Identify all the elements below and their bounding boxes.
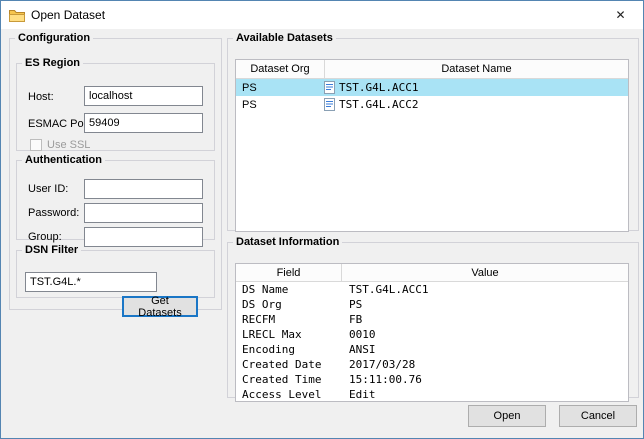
host-label: Host: xyxy=(28,91,54,103)
use-ssl-label: Use SSL xyxy=(47,139,90,151)
dataset-row[interactable]: PS TST.G4L.ACC2 xyxy=(236,96,628,113)
info-value: Edit xyxy=(341,388,628,401)
app-icon xyxy=(9,8,25,22)
info-row: Created Time 15:11:00.76 xyxy=(236,372,628,387)
info-row: Encoding ANSI xyxy=(236,342,628,357)
es-region-group-title: ES Region xyxy=(22,57,83,69)
dataset-information-group: Dataset Information Field Value DS Name … xyxy=(227,236,639,398)
authentication-group: Authentication User ID: Password: Group: xyxy=(16,154,215,240)
configuration-group-title: Configuration xyxy=(15,32,93,44)
info-field: RECFM xyxy=(236,313,341,326)
dsn-filter-group-title: DSN Filter xyxy=(22,244,81,256)
password-input[interactable] xyxy=(84,203,203,223)
esmac-port-input[interactable] xyxy=(84,113,203,133)
column-header-field: Field xyxy=(236,264,342,281)
close-button[interactable]: ✕ xyxy=(598,1,643,29)
info-value: 15:11:00.76 xyxy=(341,373,628,386)
info-value: PS xyxy=(341,298,628,311)
info-value: FB xyxy=(341,313,628,326)
info-value: ANSI xyxy=(341,343,628,356)
info-value: 2017/03/28 xyxy=(341,358,628,371)
info-row: DS Org PS xyxy=(236,297,628,312)
password-label: Password: xyxy=(28,207,79,219)
user-id-label: User ID: xyxy=(28,183,68,195)
info-field: Created Date xyxy=(236,358,341,371)
info-field: Created Time xyxy=(236,373,341,386)
authentication-group-title: Authentication xyxy=(22,154,105,166)
dsn-filter-input[interactable] xyxy=(25,272,157,292)
dataset-org-cell: PS xyxy=(236,99,324,111)
dataset-information-group-title: Dataset Information xyxy=(233,236,342,248)
configuration-group: Configuration ES Region Host: ESMAC Port… xyxy=(9,32,222,310)
datasets-table-header: Dataset Org Dataset Name xyxy=(236,60,628,79)
info-field: Encoding xyxy=(236,343,341,356)
column-header-dataset-name[interactable]: Dataset Name xyxy=(325,60,628,78)
dataset-name-cell: TST.G4L.ACC2 xyxy=(339,98,418,111)
available-datasets-group: Available Datasets Dataset Org Dataset N… xyxy=(227,32,639,231)
info-value: 0010 xyxy=(341,328,628,341)
info-row: LRECL Max 0010 xyxy=(236,327,628,342)
info-row: DS Name TST.G4L.ACC1 xyxy=(236,282,628,297)
dataset-file-icon xyxy=(324,98,335,111)
use-ssl-checkbox: Use SSL xyxy=(30,139,90,151)
get-datasets-button[interactable]: Get Datasets xyxy=(122,296,198,317)
dsn-filter-group: DSN Filter xyxy=(16,244,215,298)
user-id-input[interactable] xyxy=(84,179,203,199)
info-value: TST.G4L.ACC1 xyxy=(341,283,628,296)
info-field: Access Level xyxy=(236,388,341,401)
info-field: LRECL Max xyxy=(236,328,341,341)
close-icon: ✕ xyxy=(615,8,625,22)
dataset-name-cell: TST.G4L.ACC1 xyxy=(339,81,418,94)
dataset-row[interactable]: PS TST.G4L.ACC1 xyxy=(236,79,628,96)
info-table-header: Field Value xyxy=(236,264,628,282)
column-header-value: Value xyxy=(342,264,628,281)
available-datasets-group-title: Available Datasets xyxy=(233,32,336,44)
host-input[interactable] xyxy=(84,86,203,106)
info-field: DS Org xyxy=(236,298,341,311)
info-row: Access Level Edit xyxy=(236,387,628,402)
info-row: Created Date 2017/03/28 xyxy=(236,357,628,372)
dataset-information-table: Field Value DS Name TST.G4L.ACC1 DS Org … xyxy=(235,263,629,402)
column-header-dataset-org[interactable]: Dataset Org xyxy=(236,60,325,78)
window-title: Open Dataset xyxy=(31,8,105,22)
dataset-org-cell: PS xyxy=(236,82,324,94)
open-button[interactable]: Open xyxy=(468,405,546,427)
dataset-file-icon xyxy=(324,81,335,94)
cancel-button[interactable]: Cancel xyxy=(559,405,637,427)
checkbox-icon xyxy=(30,139,42,151)
info-row: RECFM FB xyxy=(236,312,628,327)
es-region-group: ES Region Host: ESMAC Port: Use SSL xyxy=(16,57,215,151)
info-field: DS Name xyxy=(236,283,341,296)
open-dataset-dialog: Open Dataset ✕ Configuration ES Region H… xyxy=(0,0,644,439)
titlebar[interactable]: Open Dataset ✕ xyxy=(1,1,643,29)
datasets-table: Dataset Org Dataset Name PS TST.G4L.ACC1… xyxy=(235,59,629,232)
group-label: Group: xyxy=(28,231,62,243)
